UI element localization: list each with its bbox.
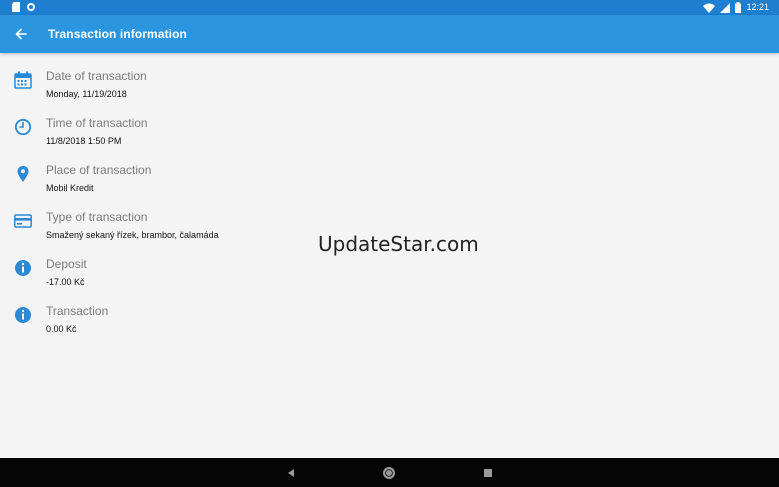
- sync-icon: [27, 3, 35, 11]
- calendar-icon: [14, 71, 32, 89]
- wifi-icon: [703, 3, 716, 13]
- app-bar: Transaction information: [0, 15, 779, 53]
- detail-value: Smažený sekaný řízek, brambor, čalamáda: [46, 230, 219, 240]
- info-icon: [15, 260, 31, 276]
- battery-icon: [735, 2, 742, 13]
- status-left: [12, 2, 36, 12]
- detail-value: 0.00 Kč: [46, 324, 77, 334]
- back-triangle-icon: [288, 469, 294, 477]
- detail-label: Deposit: [46, 257, 87, 271]
- info-icon: [15, 307, 31, 323]
- detail-row-date: Date of transaction Monday, 11/19/2018: [0, 67, 779, 111]
- detail-value: 11/8/2018 1:50 PM: [46, 136, 122, 146]
- detail-row-transaction: Transaction 0.00 Kč: [0, 302, 779, 346]
- navigation-bar: [0, 458, 779, 487]
- detail-value: Monday, 11/19/2018: [46, 89, 127, 99]
- back-button[interactable]: [12, 25, 30, 43]
- detail-row-deposit: Deposit -17.00 Kč: [0, 255, 779, 299]
- nav-home-button[interactable]: [381, 465, 397, 481]
- credit-card-icon: [14, 214, 32, 228]
- status-bar: 12:21: [0, 0, 779, 15]
- detail-value: -17.00 Kč: [46, 277, 85, 287]
- nav-recents-button[interactable]: [480, 465, 496, 481]
- location-pin-icon: [17, 166, 29, 182]
- detail-row-time: Time of transaction 11/8/2018 1:50 PM: [0, 114, 779, 158]
- detail-label: Transaction: [46, 304, 109, 318]
- status-time: 12:21: [746, 2, 769, 12]
- sd-card-icon: [12, 2, 20, 12]
- recents-square-icon: [484, 469, 492, 477]
- status-right: 12:21: [703, 1, 769, 14]
- detail-label: Time of transaction: [46, 116, 148, 130]
- clock-icon: [14, 118, 32, 136]
- detail-label: Date of transaction: [46, 69, 147, 83]
- page-title: Transaction information: [48, 27, 187, 41]
- watermark: UpdateStar.com: [318, 232, 479, 256]
- detail-label: Place of transaction: [46, 163, 152, 177]
- back-arrow-icon: [15, 28, 27, 40]
- detail-value: Mobil Kredit: [46, 183, 94, 193]
- detail-label: Type of transaction: [46, 210, 148, 224]
- nav-back-button[interactable]: [283, 465, 299, 481]
- home-circle-icon: [383, 467, 395, 479]
- signal-icon: [720, 2, 731, 13]
- detail-row-place: Place of transaction Mobil Kredit: [0, 161, 779, 205]
